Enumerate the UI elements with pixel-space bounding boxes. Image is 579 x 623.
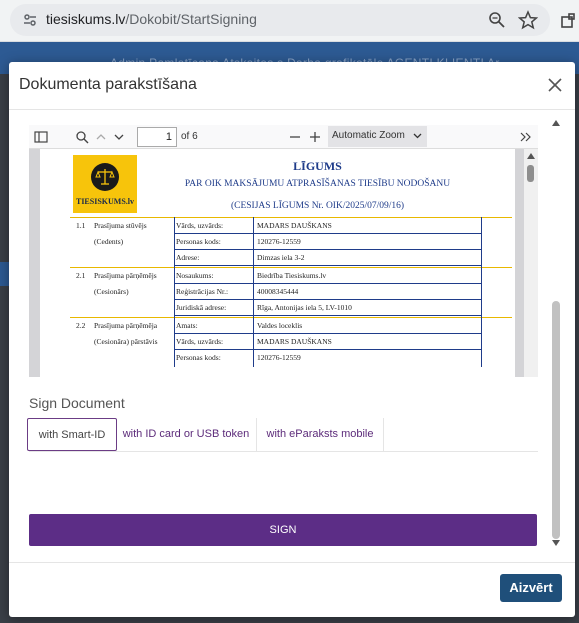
row-section: Prasījuma stūvējs <box>94 221 147 230</box>
table-row: (Cesionāra) pārstāvis Vārds, uzvārds: MA… <box>70 333 512 349</box>
tab-id-card[interactable]: with ID card or USB token <box>117 418 255 451</box>
sign-document-heading: Sign Document <box>29 395 125 411</box>
row-section: Prasījuma pārņēmējs <box>94 271 157 280</box>
column-divider <box>253 217 254 367</box>
pdf-viewer[interactable]: 1 of 6 Automatic Zoom TIESISKUMS.lv LĪGU… <box>29 125 538 377</box>
column-divider <box>174 217 175 367</box>
site-settings-icon[interactable] <box>22 12 38 28</box>
modal-scroll-thumb[interactable] <box>552 301 560 539</box>
row-label: Amats: <box>176 321 198 330</box>
row-number: 2.1 <box>76 271 86 280</box>
document-title: LĪGUMS <box>293 159 342 173</box>
pdf-toolbar: 1 of 6 Automatic Zoom <box>29 125 538 149</box>
page-number-input[interactable]: 1 <box>137 127 177 147</box>
table-row: (Cesionārs) Reģistrācijas Nr.: 400083454… <box>70 283 512 299</box>
scroll-up-icon[interactable] <box>526 152 536 160</box>
column-divider <box>481 217 482 367</box>
table-row: 2.2 Prasījuma pārņēmēja Amats: Valdes lo… <box>70 317 512 333</box>
zoom-in-icon[interactable] <box>307 129 323 145</box>
row-section: (Cesionāra) pārstāvis <box>94 337 158 346</box>
url-host: tiesiskums.lv <box>46 11 126 27</box>
signing-modal: Dokumenta parakstīšana 1 of 6 Automatic … <box>9 62 575 617</box>
logo-text: TIESISKUMS.lv <box>75 197 135 206</box>
app-side-marker <box>0 262 9 286</box>
row-value: Dimzas iela 3-2 <box>257 253 305 262</box>
scroll-down-icon[interactable] <box>551 539 561 547</box>
scroll-up-icon[interactable] <box>551 119 561 127</box>
address-bar[interactable]: tiesiskums.lv/Dokobit/StartSigning <box>10 4 550 36</box>
pdf-scrollbar[interactable] <box>524 149 538 377</box>
bookmark-star-icon[interactable] <box>518 10 538 30</box>
url-text[interactable]: tiesiskums.lv/Dokobit/StartSigning <box>46 11 257 27</box>
table-row: Personas kods: 120276-12559 <box>70 349 512 365</box>
row-value: 40008345444 <box>257 287 299 296</box>
url-path: /Dokobit/StartSigning <box>125 11 257 27</box>
scales-of-justice-icon <box>91 163 119 191</box>
row-value: MADARS DAUŠKANS <box>257 221 332 230</box>
table-divider <box>174 315 481 316</box>
dropdown-caret-icon <box>413 133 422 139</box>
row-label: Personas kods: <box>176 237 221 246</box>
row-value: Valdes loceklis <box>257 321 303 330</box>
title-divider <box>9 109 575 110</box>
table-row: 1.1 Prasījuma stūvējs Vārds, uzvārds: MA… <box>70 217 512 233</box>
row-label: Vārds, uzvārds: <box>176 337 224 346</box>
company-logo: TIESISKUMS.lv <box>73 155 137 213</box>
page-total: of 6 <box>181 131 198 142</box>
row-label: Reģistrācijas Nr.: <box>176 287 229 296</box>
table-row: 2.1 Prasījuma pārņēmējs Nosaukums: Biedr… <box>70 267 512 283</box>
tab-smart-id[interactable]: with Smart-ID <box>27 418 117 451</box>
row-value: Biedrība Tiesiskums.lv <box>257 271 327 280</box>
row-section: (Cesionārs) <box>94 287 129 296</box>
browser-toolbar: tiesiskums.lv/Dokobit/StartSigning <box>0 0 579 42</box>
row-value: 120276-12559 <box>257 353 301 362</box>
row-section: Prasījuma pārņēmēja <box>94 321 158 330</box>
row-number: 1.1 <box>76 221 86 230</box>
row-label: Vārds, uzvārds: <box>176 221 224 230</box>
extensions-icon[interactable] <box>560 12 579 31</box>
tabs-underline <box>29 451 538 452</box>
table-row: Juridiskā adrese: Rīga, Antonijas iela 5… <box>70 299 512 315</box>
row-value: MADARS DAUŠKANS <box>257 337 332 346</box>
table-divider <box>174 265 481 266</box>
modal-scrollbar[interactable] <box>549 119 563 549</box>
table-row: Adrese: Dimzas iela 3-2 <box>70 249 512 265</box>
zoom-value: Automatic Zoom <box>332 130 405 141</box>
row-label: Personas kods: <box>176 353 221 362</box>
table-row: (Cedents) Personas kods: 120276-12559 <box>70 233 512 249</box>
sign-button[interactable]: SIGN <box>29 514 537 546</box>
zoom-out-icon[interactable] <box>287 129 303 145</box>
close-button[interactable]: Aizvērt <box>500 574 562 602</box>
row-section: (Cedents) <box>94 237 124 246</box>
row-value: Rīga, Antonijas iela 5, LV-1010 <box>257 303 352 312</box>
row-label: Nosaukums: <box>176 271 214 280</box>
tools-expand-icon[interactable] <box>517 129 533 145</box>
close-icon[interactable] <box>545 75 565 95</box>
footer-divider <box>9 562 575 563</box>
row-value: 120276-12559 <box>257 237 301 246</box>
document-heading: LĪGUMS PAR OIK MAKSĀJUMU ATPRASĪŠANAS TI… <box>140 159 495 211</box>
row-label: Juridiskā adrese: <box>176 303 227 312</box>
row-label: Adrese: <box>176 253 200 262</box>
pdf-scroll-thumb[interactable] <box>527 165 534 182</box>
pdf-canvas-area: TIESISKUMS.lv LĪGUMS PAR OIK MAKSĀJUMU A… <box>29 149 538 377</box>
zoom-icon[interactable] <box>488 11 506 29</box>
document-subtitle: PAR OIK MAKSĀJUMU ATPRASĪŠANAS TIESĪBU N… <box>184 179 451 189</box>
chevron-down-icon[interactable] <box>111 129 127 145</box>
row-number: 2.2 <box>76 321 86 330</box>
sidebar-toggle-icon[interactable] <box>33 129 49 145</box>
search-icon[interactable] <box>74 129 90 145</box>
zoom-select[interactable]: Automatic Zoom <box>328 126 427 147</box>
tab-divider <box>383 418 384 451</box>
pdf-page: TIESISKUMS.lv LĪGUMS PAR OIK MAKSĀJUMU A… <box>40 149 515 377</box>
tab-eparaksts-mobile[interactable]: with eParaksts mobile <box>257 418 383 451</box>
chevron-up-icon[interactable] <box>93 129 109 145</box>
modal-title: Dokumenta parakstīšana <box>19 76 197 93</box>
document-reference: (CESIJAS LĪGUMS Nr. OIK/2025/07/09/16) <box>230 201 405 211</box>
